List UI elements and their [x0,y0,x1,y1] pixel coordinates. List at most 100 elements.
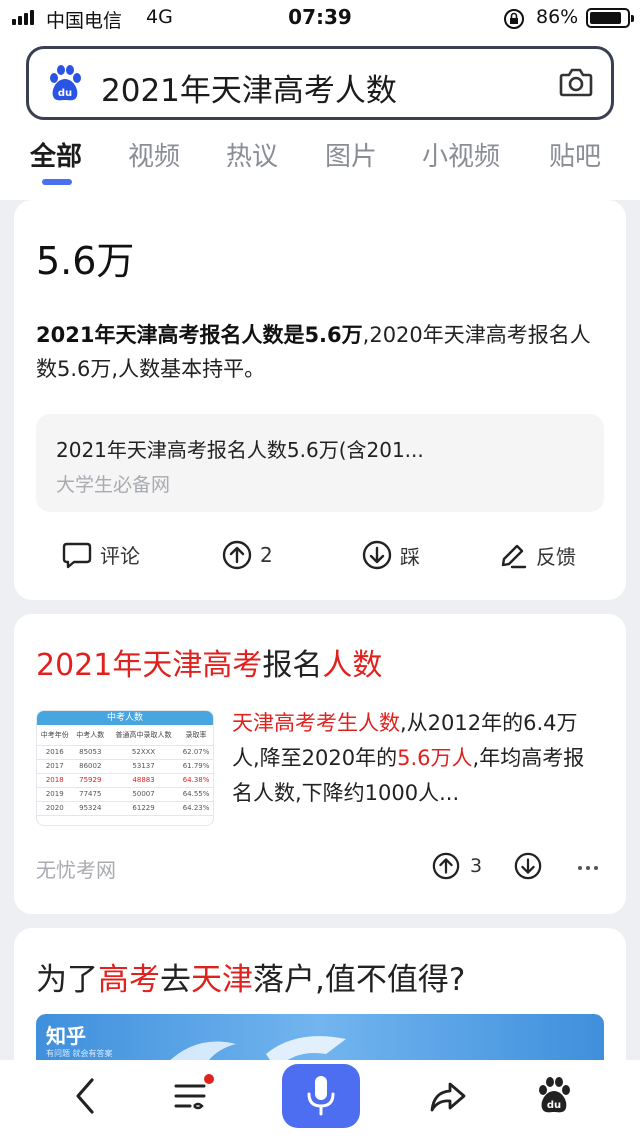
answer-actions: 评论 2 踩 反馈 [14,536,626,576]
table-cell: 86002 [72,759,109,774]
logo-text: du [547,1100,561,1111]
table-cell: 64.55% [179,787,213,802]
back-icon[interactable] [70,1074,100,1122]
table-cell: 2018 [37,773,73,788]
result-thumbnail[interactable]: 中考人数 中考年份 中考人数 普通高中录取人数 录取率 2016 85053 52X… [36,710,214,826]
battery-percent: 86% [536,6,579,28]
voice-search-button[interactable] [282,1064,360,1128]
comment-label: 评论 [100,544,140,568]
upvote-icon [222,540,252,570]
zhihu-slogan: 有问题 就会有答案 [46,1049,113,1058]
downvote-button[interactable]: 踩 [362,540,420,570]
title-part: 为了 [36,962,98,998]
notification-dot [204,1074,214,1084]
baidu-paw-logo-icon[interactable]: du [47,65,83,107]
feedback-button[interactable]: 反馈 [498,540,576,570]
share-icon[interactable] [428,1074,468,1122]
comment-icon [62,542,92,568]
table-cell: 64.38% [179,773,213,788]
answer-card: 5.6万 2021年天津高考报名人数是5.6万,2020年天津高考报名人数5.6… [14,200,626,600]
zhihu-brand: 知乎 [46,1024,86,1048]
search-input[interactable]: du 2021年天津高考人数 [26,46,614,120]
title-part: 高考 [98,962,160,998]
answer-summary: 2021年天津高考报名人数是5.6万,2020年天津高考报名人数5.6万,人数基… [36,318,606,386]
tab-bar: 全部 视频 热议 图片 小视频 贴吧 [0,134,640,200]
table-cell: 53137 [108,759,180,774]
table-cell: 2017 [37,759,73,774]
table-row: 2018 75929 48883 64.38% [37,773,213,788]
table-cell: 75929 [72,773,109,788]
source-link[interactable]: 2021年天津高考报名人数5.6万(含201... 大学生必备网 [36,414,604,512]
result-source: 无忧考网 [36,858,116,882]
result-title[interactable]: 为了高考去天津落户,值不值得? [36,954,465,999]
source-title[interactable]: 2021年天津高考报名人数5.6万(含201... [56,434,424,463]
title-part: 去 [160,962,191,998]
search-result-card[interactable]: 为了高考去天津落户,值不值得? 知乎 有问题 就会有答案 [14,928,626,1074]
upvote-button[interactable]: 3 [432,852,482,880]
thumbnail-caption: 中考人数 [37,711,213,725]
upvote-count: 3 [470,855,483,877]
table-cell: 61.79% [179,759,213,774]
thumbnail-table: 中考年份 中考人数 普通高中录取人数 录取率 2016 85053 52XXX 62.… [37,725,213,816]
battery-icon [586,8,634,28]
table-cell: 64.23% [179,801,213,816]
table-cell: 48883 [108,773,180,788]
table-cell: 77475 [72,787,109,802]
table-header: 录取率 [179,725,213,746]
summary-bold: 2021年天津高考报名人数是5.6万 [36,323,363,347]
table-cell: 95324 [72,801,109,816]
table-row: 2019 77475 50007 64.55% [37,787,213,802]
search-result-card[interactable]: 2021年天津高考报名人数 中考人数 中考年份 中考人数 普通高中录取人数 录取… [14,614,626,914]
status-bar: 中国电信 4G 07:39 86% [0,0,640,36]
table-cell: 85053 [72,745,109,760]
search-header: du 2021年天津高考人数 全部 视频 热议 图片 小视频 贴吧 [0,36,640,200]
title-part: 天津 [191,962,253,998]
title-part: 报名 [262,648,323,683]
table-cell: 2016 [37,745,73,760]
menu-icon[interactable] [172,1074,208,1122]
tab-video[interactable]: 视频 [128,136,180,173]
upvote-count: 2 [260,543,273,567]
table-cell: 52XXX [108,745,180,760]
table-header: 中考人数 [72,725,109,746]
table-cell: 2020 [37,801,73,816]
tab-short-video[interactable]: 小视频 [422,136,500,173]
table-cell: 62.07% [179,745,213,760]
tab-tieba[interactable]: 贴吧 [549,136,601,173]
upvote-button[interactable]: 2 [222,540,273,570]
title-part: 2021年天津高考 [36,648,263,683]
comment-button[interactable]: 评论 [62,540,140,569]
feedback-label: 反馈 [536,544,576,569]
table-cell: 50007 [108,787,180,802]
camera-icon[interactable] [559,66,593,102]
snippet-part: 天津高考考生人数 [232,711,400,735]
title-part: 落户,值不值得? [253,962,466,998]
edit-pencil-icon [501,544,527,569]
table-cell: 61229 [108,801,180,816]
tab-all[interactable]: 全部 [30,136,82,173]
baidu-home-icon[interactable]: du [536,1074,572,1122]
microphone-icon [307,1076,335,1116]
downvote-icon [514,852,542,880]
snippet-part: 5.6万人 [397,746,473,770]
upvote-icon [432,852,460,880]
table-row: 2017 86002 53137 61.79% [37,759,213,774]
table-row: 2016 85053 52XXX 62.07% [37,745,213,760]
answer-value: 5.6万 [36,239,135,283]
result-title[interactable]: 2021年天津高考报名人数 [36,640,382,684]
logo-text: du [58,88,72,99]
tab-images[interactable]: 图片 [325,136,377,173]
tab-discussion[interactable]: 热议 [226,136,278,173]
table-header: 普通高中录取人数 [108,725,180,746]
title-part: 人数 [322,648,383,683]
result-snippet: 天津高考考生人数,从2012年的6.4万人,降至2020年的5.6万人,年均高考… [232,706,604,811]
source-site: 大学生必备网 [56,474,171,496]
downvote-label: 踩 [400,544,420,569]
table-cell: 2019 [37,787,73,802]
downvote-icon [362,540,392,570]
active-tab-indicator [42,179,72,185]
table-row: 2020 95324 61229 64.23% [37,801,213,816]
search-query[interactable]: 2021年天津高考人数 [101,65,397,110]
more-options-icon[interactable] [578,866,598,870]
downvote-button[interactable] [514,852,542,884]
